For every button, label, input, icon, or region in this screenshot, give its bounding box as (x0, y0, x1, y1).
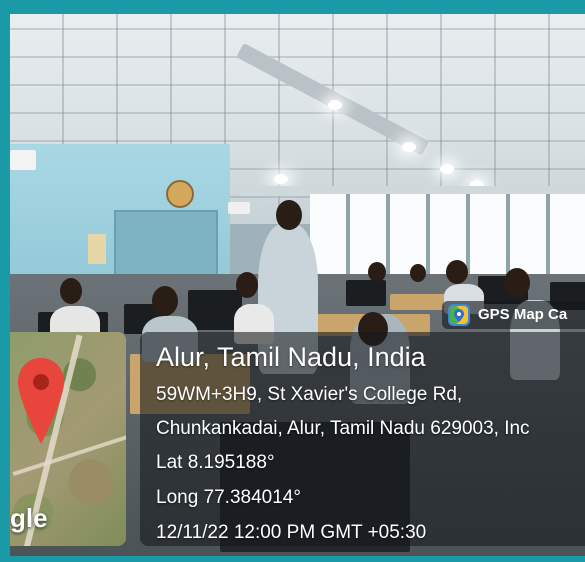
glass-partition (310, 194, 585, 274)
air-conditioner (10, 150, 36, 170)
latitude-text: Lat 8.195188° (156, 452, 275, 473)
student-head (368, 262, 386, 282)
instructor-head (276, 200, 302, 230)
location-map-thumbnail: gle (10, 332, 126, 546)
place-name: Alur, Tamil Nadu, India (156, 342, 426, 372)
location-pin-icon (18, 358, 64, 444)
ceiling-light (274, 174, 288, 184)
map-provider-logo: gle (10, 503, 48, 533)
ceiling-light (402, 142, 416, 152)
air-conditioner (228, 202, 250, 214)
student-head (236, 272, 258, 298)
timestamp-text: 12/11/22 12:00 PM GMT +05:30 (156, 522, 427, 543)
ceiling-light (328, 100, 342, 110)
computer-monitor (346, 280, 386, 306)
student-head (410, 264, 426, 282)
app-watermark-label: GPS Map Ca (478, 306, 568, 323)
address-line-2: Chunkankadai, Alur, Tamil Nadu 629003, I… (156, 418, 530, 439)
geotag-info-card: Alur, Tamil Nadu, India 59WM+3H9, St Xav… (140, 332, 585, 546)
photo-frame: gle Alur, Tamil Nadu, India 59WM+3H9, St… (10, 14, 585, 556)
gps-map-camera-app-icon (448, 304, 470, 326)
ceiling-light (440, 164, 454, 174)
longitude-text: Long 77.384014° (156, 487, 301, 508)
wall-fan (166, 180, 194, 208)
address-line-1: 59WM+3H9, St Xavier's College Rd, (156, 384, 463, 405)
student-head (446, 260, 468, 284)
app-watermark-badge: GPS Map Ca (442, 301, 585, 329)
wall-notice (88, 234, 106, 264)
student-head (504, 268, 530, 298)
student-head (60, 278, 82, 304)
student-head (152, 286, 178, 316)
